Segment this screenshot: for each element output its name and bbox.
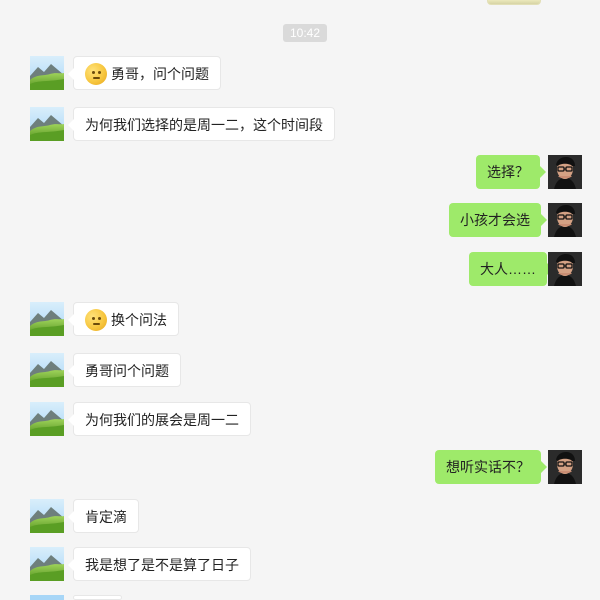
message-text: 勇哥，问个问题	[111, 66, 209, 82]
portrait-icon	[548, 155, 582, 189]
right-message-bubble[interactable]: 选择？	[476, 155, 546, 189]
left-avatar[interactable]	[30, 56, 64, 90]
portrait-icon	[548, 252, 582, 286]
thinking-face-emoji	[85, 63, 107, 86]
mountain-landscape-icon	[30, 353, 64, 387]
left-avatar[interactable]	[30, 302, 64, 336]
left-message-bubble-partial	[73, 595, 122, 600]
mountain-landscape-icon	[30, 499, 64, 533]
message-text: 换个问法	[111, 312, 167, 328]
message-text: 肯定滴	[85, 509, 127, 525]
right-avatar[interactable]	[548, 155, 582, 189]
message-text: 为何我们的展会是周一二	[85, 412, 239, 428]
message-text: 勇哥问个问题	[85, 363, 169, 379]
message-timestamp: 10:42	[283, 24, 327, 42]
portrait-icon	[548, 203, 582, 237]
right-message-bubble[interactable]: 想听实话不？	[435, 450, 547, 484]
left-avatar[interactable]	[30, 353, 64, 387]
left-avatar[interactable]	[30, 107, 64, 141]
left-message-bubble[interactable]: 勇哥问个问题	[68, 353, 181, 387]
mountain-landscape-icon	[30, 595, 64, 600]
portrait-icon	[548, 450, 582, 484]
thinking-face-emoji	[85, 309, 107, 332]
chat-window: 10:42 勇哥，问个问题 为何我们选择的是周一二，这个时间段 选择？ 小孩才会…	[0, 0, 600, 600]
top-fragment	[487, 0, 541, 5]
message-text: 想听实话不？	[446, 459, 530, 475]
mountain-landscape-icon	[30, 402, 64, 436]
mountain-landscape-icon	[30, 302, 64, 336]
message-text: 为何我们选择的是周一二，这个时间段	[85, 117, 323, 133]
right-avatar[interactable]	[548, 203, 582, 237]
left-avatar[interactable]	[30, 499, 64, 533]
left-avatar-partial	[30, 595, 64, 600]
left-message-bubble[interactable]: 换个问法	[68, 302, 179, 336]
left-avatar[interactable]	[30, 402, 64, 436]
message-text: 小孩才会选	[460, 212, 530, 228]
left-message-bubble[interactable]: 肯定滴	[68, 499, 139, 533]
left-message-bubble[interactable]: 勇哥，问个问题	[68, 56, 221, 90]
mountain-landscape-icon	[30, 107, 64, 141]
left-message-bubble[interactable]: 我是想了是不是算了日子	[68, 547, 251, 581]
right-avatar[interactable]	[548, 252, 582, 286]
right-message-bubble[interactable]: 大人……	[469, 252, 553, 286]
message-text: 大人……	[480, 261, 536, 277]
mountain-landscape-icon	[30, 547, 64, 581]
left-message-bubble[interactable]: 为何我们选择的是周一二，这个时间段	[68, 107, 335, 141]
right-avatar[interactable]	[548, 450, 582, 484]
message-text: 我是想了是不是算了日子	[85, 557, 239, 573]
mountain-landscape-icon	[30, 56, 64, 90]
left-avatar[interactable]	[30, 547, 64, 581]
message-text: 选择？	[487, 164, 529, 180]
left-message-bubble[interactable]: 为何我们的展会是周一二	[68, 402, 251, 436]
right-message-bubble[interactable]: 小孩才会选	[449, 203, 547, 237]
